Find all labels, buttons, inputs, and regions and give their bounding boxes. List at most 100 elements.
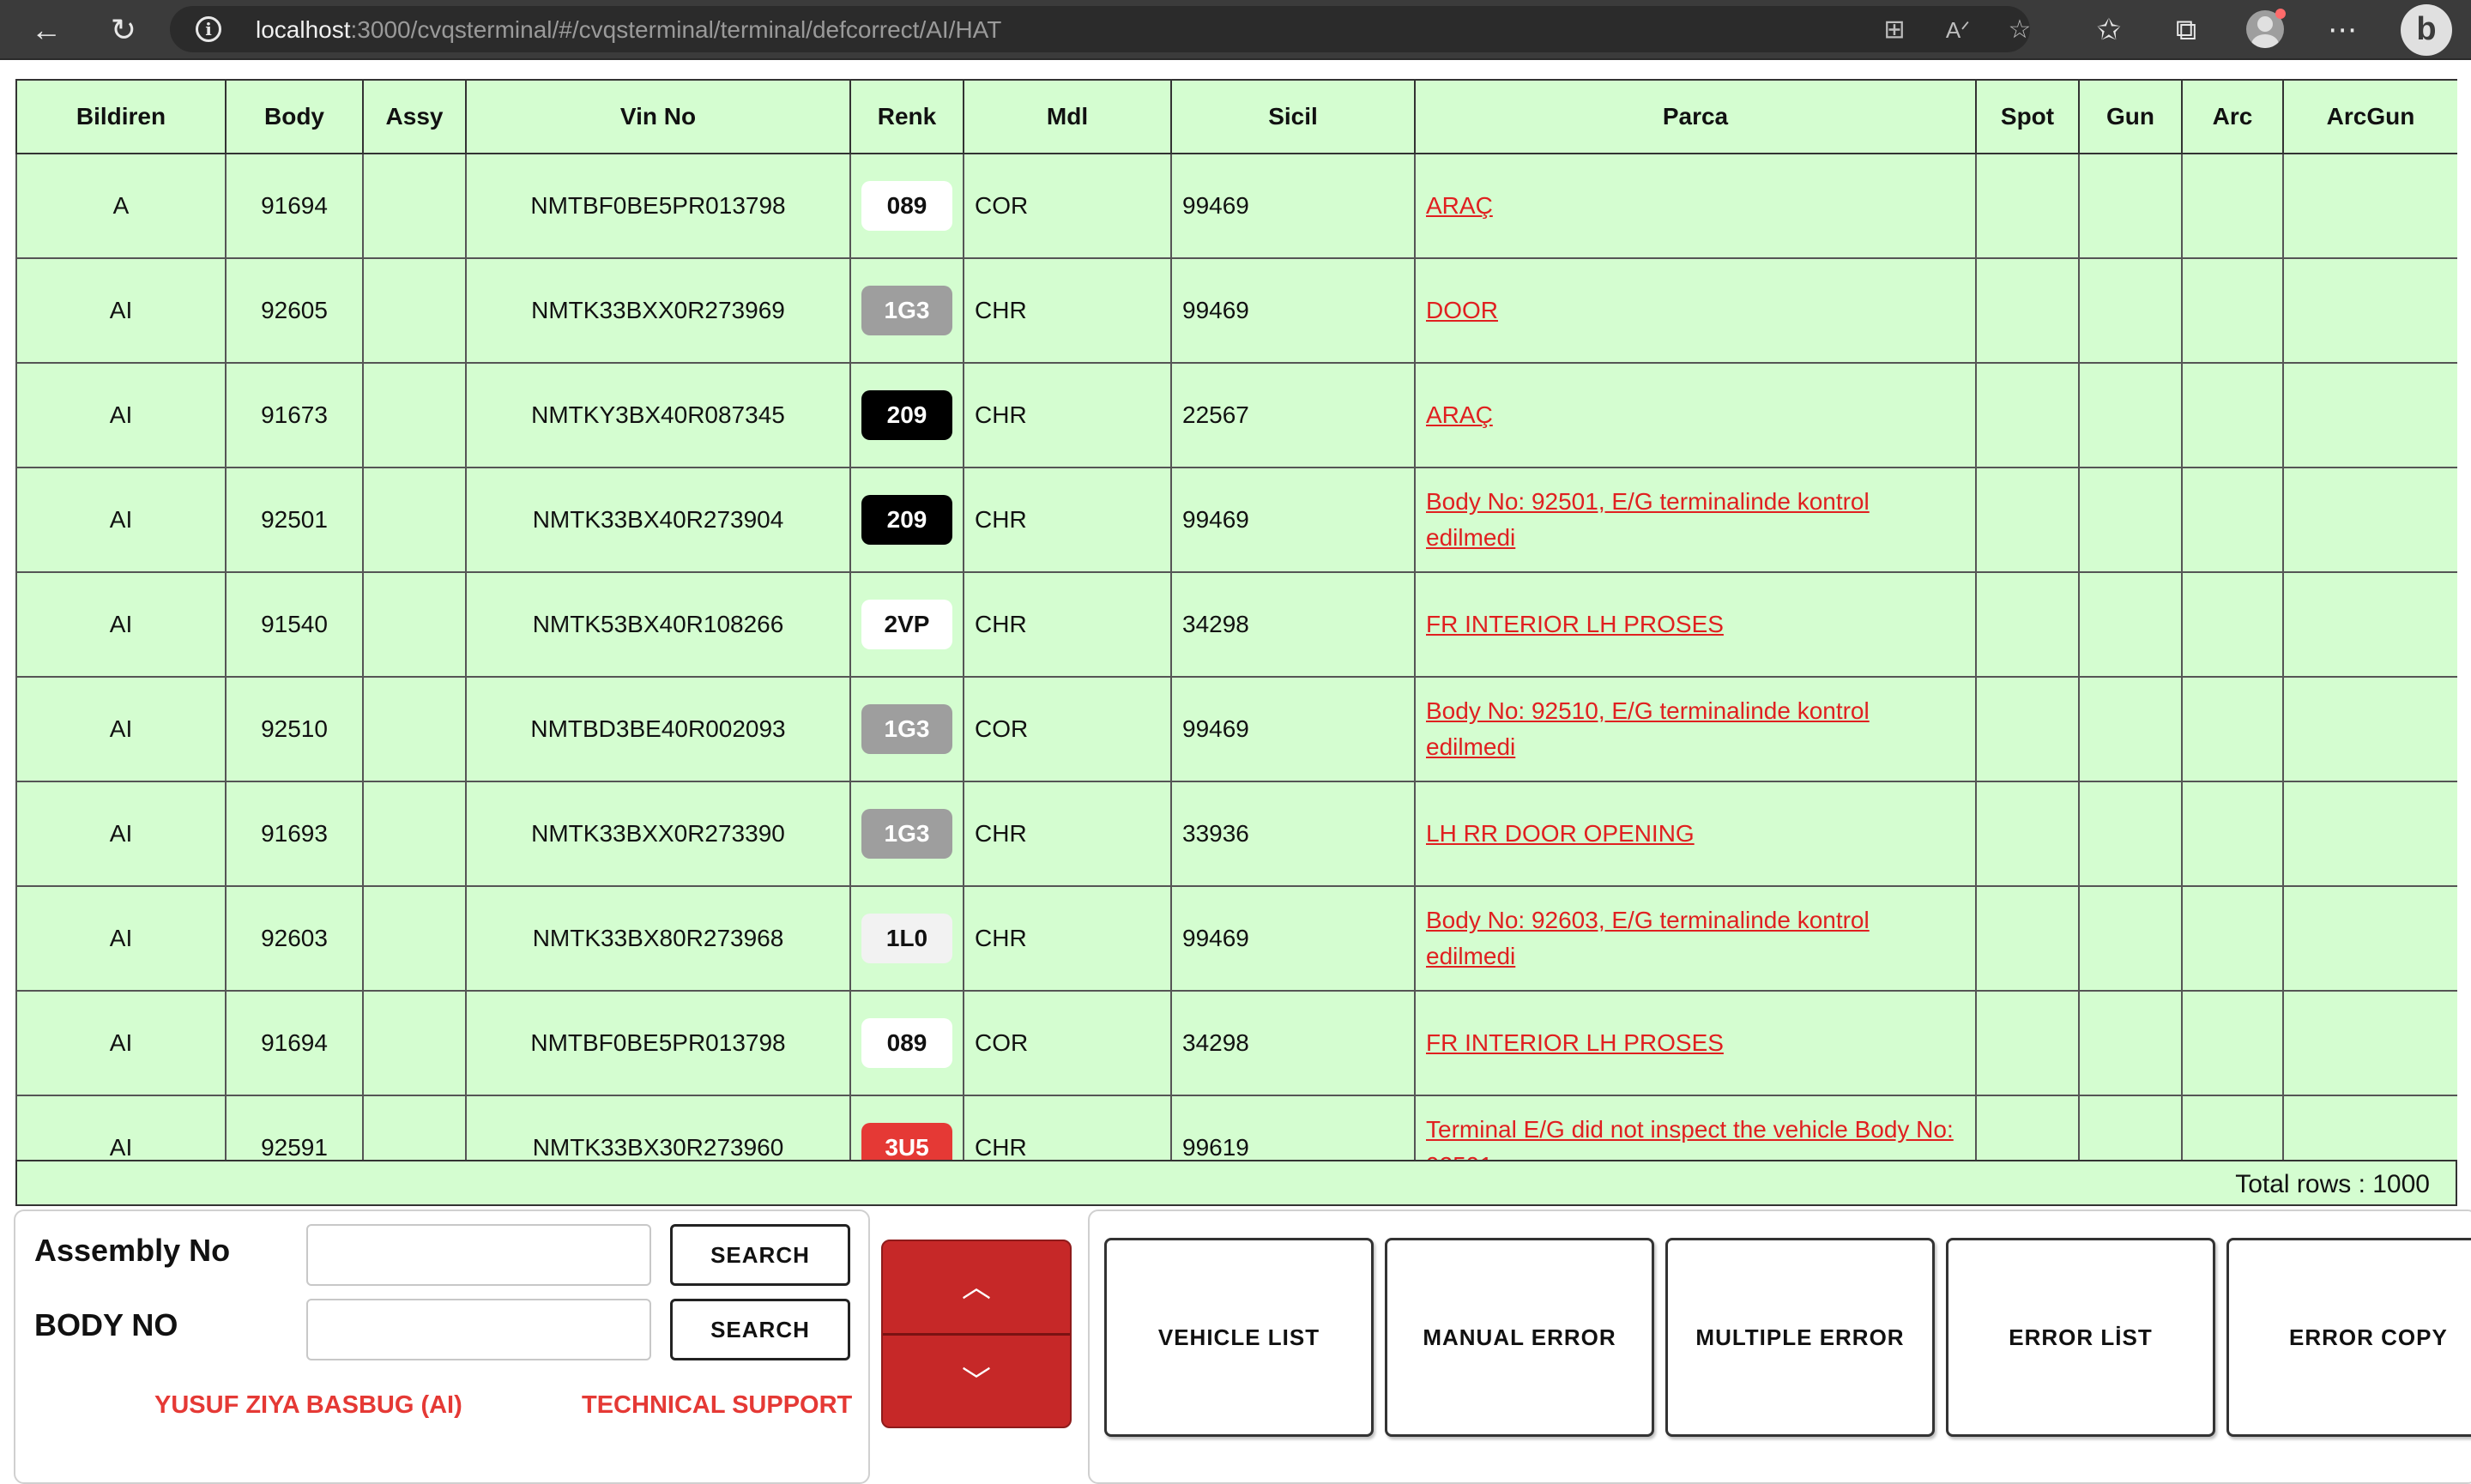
back-arrow-icon[interactable]: ←	[26, 9, 67, 51]
cell-mdl: CHR	[963, 257, 1172, 364]
vehicle-list-button[interactable]: VEHICLE LIST	[1104, 1238, 1374, 1437]
read-aloud-icon[interactable]: Aᐟ	[1942, 15, 1973, 45]
address-bar[interactable]: i localhost:3000/cvqsterminal/#/cvqsterm…	[170, 6, 2031, 52]
col-header-arc[interactable]: Arc	[2181, 79, 2284, 154]
cell-arc	[2181, 676, 2284, 782]
cell-mdl: CHR	[963, 571, 1172, 678]
favorite-add-icon[interactable]: ☆	[2004, 15, 2035, 45]
cell-body: 91694	[225, 153, 364, 259]
cell-gun	[2078, 257, 2183, 364]
col-header-arcgun[interactable]: ArcGun	[2282, 79, 2457, 154]
more-options-icon[interactable]: ⋯	[2322, 9, 2363, 51]
multiple-error-button[interactable]: MULTIPLE ERROR	[1665, 1238, 1935, 1437]
parca-link[interactable]: FR INTERIOR LH PROSES	[1426, 611, 1724, 637]
table-row[interactable]: AI 91673 NMTKY3BX40R087345 209 CHR 22567 ARAÇ	[15, 362, 2457, 468]
col-header-renk[interactable]: Renk	[849, 79, 964, 154]
cell-sicil: 99469	[1170, 885, 1416, 992]
col-header-gun[interactable]: Gun	[2078, 79, 2183, 154]
cell-arcgun	[2282, 362, 2457, 468]
col-header-body[interactable]: Body	[225, 79, 364, 154]
url-host: localhost	[256, 16, 351, 43]
url-text[interactable]: localhost:3000/cvqsterminal/#/cvqstermin…	[256, 16, 1001, 44]
table-row[interactable]: AI 92501 NMTK33BX40R273904 209 CHR 99469 Body …	[15, 467, 2457, 573]
cell-arcgun	[2282, 676, 2457, 782]
cell-sicil: 34298	[1170, 990, 1416, 1096]
cell-renk: 1G3	[849, 781, 964, 887]
parca-link[interactable]: Terminal E/G did not inspect the vehicle…	[1426, 1116, 1954, 1160]
body-search-button[interactable]: SEARCH	[670, 1299, 850, 1360]
error-list-button[interactable]: ERROR LİST	[1946, 1238, 2215, 1437]
col-header-assy[interactable]: Assy	[362, 79, 467, 154]
table-row[interactable]: AI 91693 NMTK33BXX0R273390 1G3 CHR 33936 LH RR…	[15, 781, 2457, 887]
col-header-bildiren[interactable]: Bildiren	[15, 79, 227, 154]
cell-parca: ARAÇ	[1414, 153, 1977, 259]
cell-spot	[1975, 781, 2080, 887]
parca-link[interactable]: ARAÇ	[1426, 401, 1493, 428]
table-row[interactable]: AI 91540 NMTK53BX40R108266 2VP CHR 34298 FR IN…	[15, 571, 2457, 678]
cell-renk: 209	[849, 362, 964, 468]
cell-gun	[2078, 990, 2183, 1096]
assembly-search-button[interactable]: SEARCH	[670, 1224, 850, 1286]
cell-assy	[362, 990, 467, 1096]
cell-spot	[1975, 676, 2080, 782]
assembly-no-input[interactable]	[306, 1224, 651, 1286]
parca-link[interactable]: ARAÇ	[1426, 192, 1493, 219]
col-header-parca[interactable]: Parca	[1414, 79, 1977, 154]
cell-mdl: CHR	[963, 885, 1172, 992]
cell-gun	[2078, 781, 2183, 887]
cell-bildiren: AI	[15, 990, 227, 1096]
col-header-mdl[interactable]: Mdl	[963, 79, 1172, 154]
cell-bildiren: AI	[15, 571, 227, 678]
color-badge: 1L0	[861, 914, 952, 963]
cell-renk: 089	[849, 990, 964, 1096]
cell-sicil: 99619	[1170, 1095, 1416, 1160]
table-row[interactable]: AI 92603 NMTK33BX80R273968 1L0 CHR 99469 Body …	[15, 885, 2457, 992]
reload-icon[interactable]: ↻	[103, 9, 144, 51]
current-user-link[interactable]: YUSUF ZIYA BASBUG (AI)	[154, 1391, 462, 1420]
cell-vin: NMTBD3BE40R002093	[465, 676, 851, 782]
scroll-up-button[interactable]: ︿	[883, 1241, 1070, 1334]
scroll-down-button[interactable]: ﹀	[883, 1336, 1070, 1427]
table-row[interactable]: A 91694 NMTBF0BE5PR013798 089 COR 99469 ARAÇ	[15, 153, 2457, 259]
table-row[interactable]: AI 92591 NMTK33BX30R273960 3U5 CHR 99619 Termi…	[15, 1095, 2457, 1160]
body-no-input[interactable]	[306, 1299, 651, 1360]
parca-link[interactable]: Body No: 92510, E/G terminalinde kontrol…	[1426, 697, 1870, 760]
error-table-container[interactable]: Bildiren Body Assy Vin No Renk Mdl Sicil…	[15, 79, 2457, 1160]
parca-link[interactable]: LH RR DOOR OPENING	[1426, 820, 1695, 847]
parca-link[interactable]: Body No: 92501, E/G terminalinde kontrol…	[1426, 488, 1870, 551]
cell-mdl: CHR	[963, 1095, 1172, 1160]
bing-copilot-icon[interactable]: b	[2401, 4, 2452, 56]
col-header-sicil[interactable]: Sicil	[1170, 79, 1416, 154]
favorites-icon[interactable]: ✩	[2088, 9, 2130, 51]
cell-renk: 1L0	[849, 885, 964, 992]
cell-vin: NMTK33BXX0R273390	[465, 781, 851, 887]
parca-link[interactable]: DOOR	[1426, 297, 1498, 323]
table-row[interactable]: AI 92510 NMTBD3BE40R002093 1G3 COR 99469 Body …	[15, 676, 2457, 782]
cell-arc	[2181, 153, 2284, 259]
technical-support-link[interactable]: TECHNICAL SUPPORT	[582, 1391, 852, 1420]
table-footer: Total rows : 1000	[15, 1160, 2457, 1206]
cell-spot	[1975, 885, 2080, 992]
col-header-vin[interactable]: Vin No	[465, 79, 851, 154]
col-header-spot[interactable]: Spot	[1975, 79, 2080, 154]
table-row[interactable]: AI 91694 NMTBF0BE5PR013798 089 COR 34298 FR IN…	[15, 990, 2457, 1096]
cell-vin: NMTK33BX30R273960	[465, 1095, 851, 1160]
table-row[interactable]: AI 92605 NMTK33BXX0R273969 1G3 CHR 99469 DOOR	[15, 257, 2457, 364]
cell-arc	[2181, 781, 2284, 887]
cell-arc	[2181, 467, 2284, 573]
cell-assy	[362, 257, 467, 364]
site-info-icon[interactable]: i	[196, 16, 221, 42]
cell-body: 92501	[225, 467, 364, 573]
app-grid-icon[interactable]: ⊞	[1879, 15, 1910, 45]
collections-icon[interactable]: ⧉	[2166, 9, 2207, 51]
parca-link[interactable]: Body No: 92603, E/G terminalinde kontrol…	[1426, 907, 1870, 969]
cell-body: 92510	[225, 676, 364, 782]
error-copy-button[interactable]: ERROR COPY	[2226, 1238, 2471, 1437]
color-badge: 2VP	[861, 600, 952, 649]
cell-vin: NMTBF0BE5PR013798	[465, 153, 851, 259]
parca-link[interactable]: FR INTERIOR LH PROSES	[1426, 1029, 1724, 1056]
cell-parca: FR INTERIOR LH PROSES	[1414, 990, 1977, 1096]
manual-error-button[interactable]: MANUAL ERROR	[1385, 1238, 1654, 1437]
cell-arc	[2181, 885, 2284, 992]
cell-gun	[2078, 571, 2183, 678]
